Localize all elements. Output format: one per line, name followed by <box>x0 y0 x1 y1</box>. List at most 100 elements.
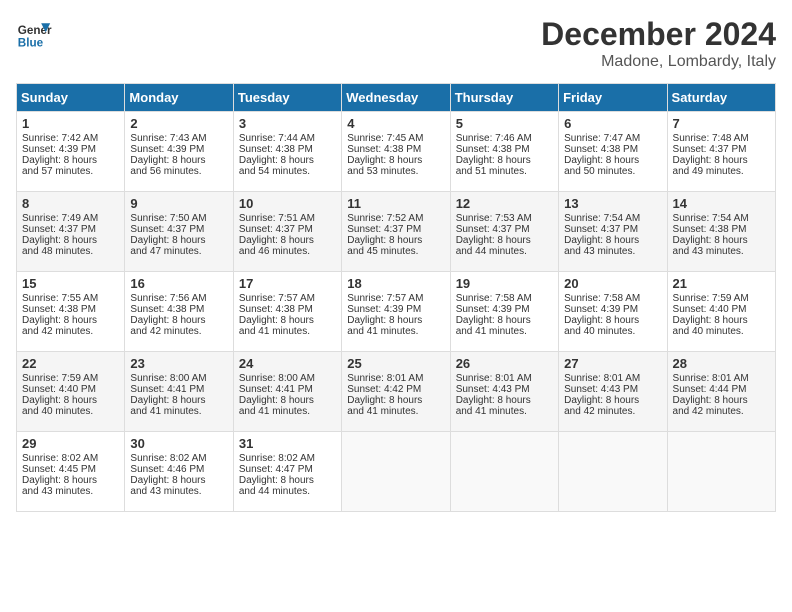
calendar-cell: 29Sunrise: 8:02 AMSunset: 4:45 PMDayligh… <box>17 432 125 512</box>
cell-line: and 40 minutes. <box>673 326 770 337</box>
cell-line: Sunset: 4:37 PM <box>239 224 336 235</box>
cell-line: Sunrise: 7:58 AM <box>564 293 661 304</box>
day-number: 21 <box>673 276 770 291</box>
day-number: 31 <box>239 436 336 451</box>
cell-line: Daylight: 8 hours <box>564 395 661 406</box>
month-title: December 2024 <box>541 16 776 53</box>
cell-line: Sunrise: 7:44 AM <box>239 133 336 144</box>
cell-line: Sunrise: 7:51 AM <box>239 213 336 224</box>
cell-line: Sunset: 4:37 PM <box>347 224 444 235</box>
cell-line: Daylight: 8 hours <box>239 315 336 326</box>
cell-line: Sunrise: 8:01 AM <box>673 373 770 384</box>
cell-line: Sunset: 4:39 PM <box>456 304 553 315</box>
calendar-cell: 15Sunrise: 7:55 AMSunset: 4:38 PMDayligh… <box>17 272 125 352</box>
day-number: 2 <box>130 116 227 131</box>
calendar-cell: 11Sunrise: 7:52 AMSunset: 4:37 PMDayligh… <box>342 192 450 272</box>
cell-line: Daylight: 8 hours <box>130 155 227 166</box>
calendar-week-1: 1Sunrise: 7:42 AMSunset: 4:39 PMDaylight… <box>17 112 776 192</box>
cell-line: Daylight: 8 hours <box>130 315 227 326</box>
cell-line: Sunrise: 7:50 AM <box>130 213 227 224</box>
day-number: 9 <box>130 196 227 211</box>
cell-line: Daylight: 8 hours <box>22 155 119 166</box>
cell-line: Sunset: 4:38 PM <box>456 144 553 155</box>
calendar-week-4: 22Sunrise: 7:59 AMSunset: 4:40 PMDayligh… <box>17 352 776 432</box>
cell-line: Sunset: 4:40 PM <box>22 384 119 395</box>
day-number: 24 <box>239 356 336 371</box>
cell-line: and 49 minutes. <box>673 166 770 177</box>
svg-text:Blue: Blue <box>18 37 44 50</box>
cell-line: and 46 minutes. <box>239 246 336 257</box>
calendar-cell: 4Sunrise: 7:45 AMSunset: 4:38 PMDaylight… <box>342 112 450 192</box>
day-number: 22 <box>22 356 119 371</box>
cell-line: Sunrise: 7:54 AM <box>564 213 661 224</box>
calendar-cell: 27Sunrise: 8:01 AMSunset: 4:43 PMDayligh… <box>559 352 667 432</box>
cell-line: and 41 minutes. <box>347 326 444 337</box>
cell-line: Sunset: 4:39 PM <box>564 304 661 315</box>
day-number: 17 <box>239 276 336 291</box>
cell-line: Sunset: 4:38 PM <box>347 144 444 155</box>
day-number: 26 <box>456 356 553 371</box>
calendar-cell: 14Sunrise: 7:54 AMSunset: 4:38 PMDayligh… <box>667 192 775 272</box>
cell-line: and 43 minutes. <box>673 246 770 257</box>
calendar-week-5: 29Sunrise: 8:02 AMSunset: 4:45 PMDayligh… <box>17 432 776 512</box>
cell-line: Daylight: 8 hours <box>130 395 227 406</box>
cell-line: Daylight: 8 hours <box>22 395 119 406</box>
logo-icon: General Blue <box>16 16 52 52</box>
cell-line: and 41 minutes. <box>456 406 553 417</box>
cell-line: and 43 minutes. <box>22 486 119 497</box>
cell-line: Daylight: 8 hours <box>456 315 553 326</box>
calendar-cell: 12Sunrise: 7:53 AMSunset: 4:37 PMDayligh… <box>450 192 558 272</box>
cell-line: Sunset: 4:40 PM <box>673 304 770 315</box>
cell-line: Sunset: 4:37 PM <box>130 224 227 235</box>
cell-line: Sunset: 4:38 PM <box>564 144 661 155</box>
cell-line: and 42 minutes. <box>673 406 770 417</box>
col-header-friday: Friday <box>559 84 667 112</box>
cell-line: Sunrise: 7:57 AM <box>347 293 444 304</box>
cell-line: Sunrise: 7:59 AM <box>22 373 119 384</box>
calendar-body: 1Sunrise: 7:42 AMSunset: 4:39 PMDaylight… <box>17 112 776 512</box>
day-number: 20 <box>564 276 661 291</box>
day-number: 10 <box>239 196 336 211</box>
logo: General Blue <box>16 16 52 52</box>
calendar-cell: 9 Sunrise: 7:50 AMSunset: 4:37 PMDaylight… <box>125 192 233 272</box>
cell-line: and 50 minutes. <box>564 166 661 177</box>
calendar-cell <box>559 432 667 512</box>
cell-line: Sunset: 4:41 PM <box>239 384 336 395</box>
cell-line: Sunset: 4:39 PM <box>130 144 227 155</box>
calendar-cell <box>342 432 450 512</box>
day-number: 5 <box>456 116 553 131</box>
cell-line: Daylight: 8 hours <box>239 475 336 486</box>
cell-line: Sunset: 4:37 PM <box>456 224 553 235</box>
cell-line: Sunset: 4:46 PM <box>130 464 227 475</box>
cell-line: Sunrise: 8:01 AM <box>347 373 444 384</box>
day-number: 3 <box>239 116 336 131</box>
calendar-cell <box>450 432 558 512</box>
cell-line: Sunrise: 7:52 AM <box>347 213 444 224</box>
cell-line: Sunrise: 8:02 AM <box>130 453 227 464</box>
day-number: 29 <box>22 436 119 451</box>
cell-line: Sunset: 4:39 PM <box>22 144 119 155</box>
day-number: 15 <box>22 276 119 291</box>
calendar-cell <box>667 432 775 512</box>
calendar-cell: 19Sunrise: 7:58 AMSunset: 4:39 PMDayligh… <box>450 272 558 352</box>
day-number: 16 <box>130 276 227 291</box>
cell-line: Sunrise: 8:02 AM <box>239 453 336 464</box>
cell-line: Sunrise: 7:42 AM <box>22 133 119 144</box>
cell-line: Daylight: 8 hours <box>130 235 227 246</box>
cell-line: Daylight: 8 hours <box>564 315 661 326</box>
cell-line: Sunset: 4:38 PM <box>22 304 119 315</box>
cell-line: Sunrise: 7:55 AM <box>22 293 119 304</box>
cell-line: Daylight: 8 hours <box>564 235 661 246</box>
calendar-cell: 3Sunrise: 7:44 AMSunset: 4:38 PMDaylight… <box>233 112 341 192</box>
cell-line: Daylight: 8 hours <box>456 395 553 406</box>
cell-line: Sunset: 4:38 PM <box>673 224 770 235</box>
cell-line: and 48 minutes. <box>22 246 119 257</box>
cell-line: Daylight: 8 hours <box>673 155 770 166</box>
calendar-table: SundayMondayTuesdayWednesdayThursdayFrid… <box>16 83 776 512</box>
cell-line: and 40 minutes. <box>564 326 661 337</box>
cell-line: Daylight: 8 hours <box>347 395 444 406</box>
cell-line: Sunset: 4:43 PM <box>564 384 661 395</box>
cell-line: and 47 minutes. <box>130 246 227 257</box>
calendar-cell: 30Sunrise: 8:02 AMSunset: 4:46 PMDayligh… <box>125 432 233 512</box>
calendar-cell: 25Sunrise: 8:01 AMSunset: 4:42 PMDayligh… <box>342 352 450 432</box>
